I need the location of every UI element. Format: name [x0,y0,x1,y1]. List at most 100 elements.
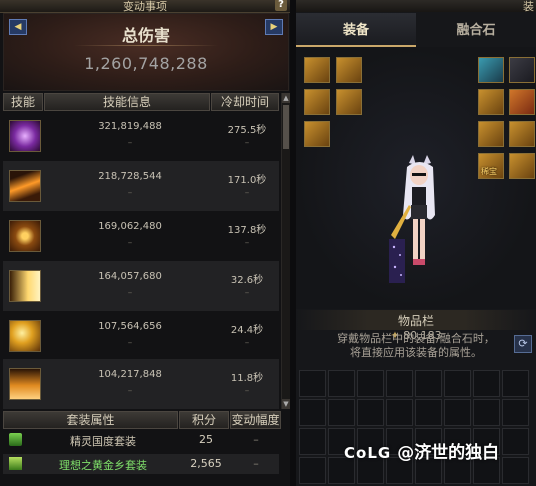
set-score: 2,565 [190,457,222,470]
orange-slash-skill-icon [9,170,41,202]
equip-slot[interactable] [304,89,330,115]
change-panel: 变动事项 ? ◀ ▶ 总伤害 1,260,748,288 技能 技能信息 冷却时… [0,0,290,486]
divider [74,45,218,46]
total-damage-box: ◀ ▶ 总伤害 1,260,748,288 [3,13,289,91]
inventory-slot[interactable] [386,370,413,397]
tab-fusion-stone[interactable]: 融合石 [416,13,536,47]
equip-slot[interactable] [304,121,330,147]
skill-cooldown-change: – [244,238,250,248]
skill-damage-change: – [127,386,133,396]
skill-cooldown-change: – [244,338,250,348]
inventory-slot[interactable] [502,428,529,455]
inventory-slot[interactable] [299,457,326,484]
equipment-panel: 装 装备 融合石 稀宝 ✦ 80,183 ⟳ 物品栏 穿戴物品栏中的装备/融合石… [296,0,536,486]
equipment-view: 稀宝 ✦ 80,183 ⟳ [296,47,536,353]
colg-logo: CoLG [344,444,392,462]
inventory-slot[interactable] [357,399,384,426]
sparkle-skill-icon [9,320,41,352]
equip-slot[interactable]: 稀宝 [478,153,504,179]
header-cooldown: 冷却时间 [211,93,279,111]
skill-row: 218,728,544 – 171.0秒 – [3,161,279,211]
panel-title: 变动事项 [123,0,167,13]
star-emblem-skill-icon [9,220,41,252]
inventory-slot[interactable] [415,399,442,426]
skill-damage: 107,564,656 [98,321,162,332]
character-avatar [389,155,435,283]
equip-slot[interactable] [478,57,504,83]
equip-slot[interactable] [509,121,535,147]
set-row: 理想之黄金乡套装 2,565 – [3,454,279,474]
skill-damage-change: – [127,288,133,298]
skill-cooldown: 32.6秒 [230,275,264,286]
skill-cooldown: 137.8秒 [227,225,267,236]
inventory-hint-line: 将直接应用该装备的属性。 [350,346,482,359]
header-change: 变动幅度 [230,411,281,429]
inventory-slot[interactable] [473,370,500,397]
skill-cooldown: 171.0秒 [227,175,267,186]
skill-damage: 218,728,544 [98,171,162,182]
skill-damage: 169,062,480 [98,221,162,232]
equip-slot[interactable] [336,57,362,83]
set-name: 理想之黄金乡套装 [59,459,147,472]
inventory-slot[interactable] [444,399,471,426]
skill-row: 321,819,488 – 275.5秒 – [3,111,279,161]
inventory-slot[interactable] [357,370,384,397]
tab-equipment[interactable]: 装备 [296,13,416,47]
set-change: – [253,433,259,446]
skill-row: 164,057,680 – 32.6秒 – [3,261,279,311]
scroll-up-icon[interactable]: ▲ [282,93,290,103]
skill-row: 104,217,848 – 11.8秒 – [3,359,279,409]
inventory-slot[interactable] [502,370,529,397]
skill-row: 107,564,656 – 24.4秒 – [3,311,279,361]
inventory-slot[interactable] [473,399,500,426]
equip-slot[interactable] [509,57,535,83]
help-icon[interactable]: ? [275,0,287,11]
equip-slot[interactable] [509,89,535,115]
skill-damage: 164,057,680 [98,271,162,282]
equipment-titlebar: 装 [296,0,536,13]
green-tree-icon [9,457,22,470]
watermark: CoLG @济世的独白 [344,438,499,463]
equip-slot[interactable] [478,89,504,115]
skill-row: 169,062,480 – 137.8秒 – [3,211,279,261]
inventory-slot[interactable] [415,370,442,397]
set-row: 精灵国度套装 25 – [3,430,279,450]
inventory-slot[interactable] [299,370,326,397]
inventory-slot[interactable] [299,399,326,426]
set-change: – [253,457,259,470]
inventory-slot[interactable] [328,370,355,397]
skill-damage-change: – [127,338,133,348]
skill-cooldown-change: – [244,288,250,298]
equip-slot[interactable] [336,89,362,115]
set-name: 精灵国度套装 [70,435,136,448]
inventory-title: 物品栏 [296,310,536,330]
total-damage-title: 总伤害 [121,26,170,45]
flame-crown-skill-icon [9,368,41,400]
inventory-slot[interactable] [502,399,529,426]
equip-slot[interactable] [304,57,330,83]
header-skill-info: 技能信息 [44,93,210,111]
panel-titlebar: 变动事项 ? [0,0,290,13]
skill-cooldown-change: – [244,188,250,198]
total-damage-value: 1,260,748,288 [84,54,208,73]
equip-slot[interactable] [478,121,504,147]
inventory-slot[interactable] [444,370,471,397]
header-score: 积分 [179,411,229,429]
scroll-down-icon[interactable]: ▼ [282,399,290,409]
header-skill: 技能 [3,93,43,111]
equip-slot[interactable] [509,153,535,179]
skill-damage-change: – [127,238,133,248]
equipment-title: 装 [523,0,534,13]
inventory-slot[interactable] [328,399,355,426]
inventory-slot[interactable] [386,399,413,426]
scroll-thumb[interactable] [283,105,289,149]
inventory-hint-line: 穿戴物品栏中的装备/融合石时， [337,332,495,345]
skill-list-scrollbar[interactable]: ▲ ▼ [281,93,290,409]
skill-damage: 104,217,848 [98,369,162,380]
purple-burst-skill-icon [9,120,41,152]
skill-cooldown: 275.5秒 [227,125,267,136]
inventory-slot[interactable] [299,428,326,455]
rare-badge: 稀宝 [481,167,497,176]
skill-damage-change: – [127,188,133,198]
inventory-slot[interactable] [502,457,529,484]
